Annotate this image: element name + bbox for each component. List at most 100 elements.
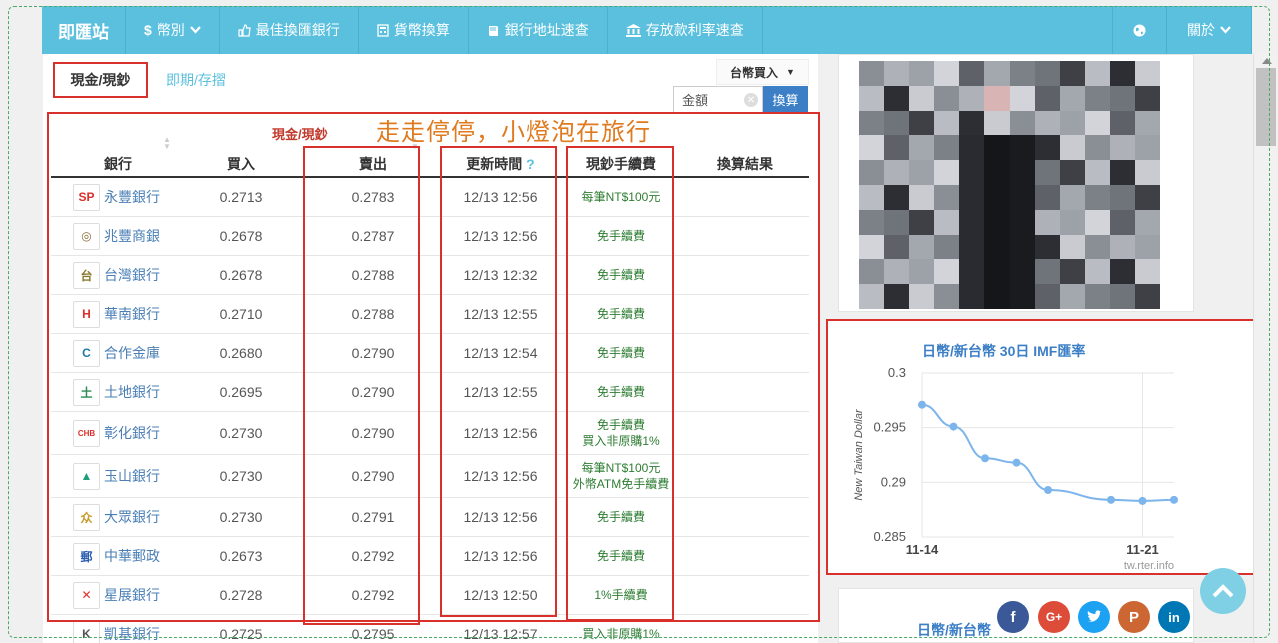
amount-input[interactable]: 金額 ✕ <box>673 86 763 113</box>
mosaic-tile <box>959 61 985 86</box>
nav-currency[interactable]: $ 幣別 <box>126 6 220 54</box>
sell-rate: 0.2792 <box>351 548 395 564</box>
bank-name-link[interactable]: 華南銀行 <box>104 304 160 324</box>
mosaic-tile <box>959 259 985 285</box>
data-point <box>918 400 926 409</box>
nav-best-bank[interactable]: 最佳換匯銀行 <box>220 6 359 54</box>
rate-type-select[interactable]: 台幣買入 ▼ <box>716 59 809 85</box>
mosaic-tile <box>1009 184 1035 210</box>
mosaic-tile <box>884 135 910 161</box>
table-row: K 凱基銀行 0.2725 0.2795 12/13 12:57 買入非原購1% <box>51 615 809 643</box>
mosaic-tile <box>934 234 960 260</box>
mosaic-tile <box>859 61 885 86</box>
facebook-share-button[interactable]: f <box>997 601 1029 633</box>
nav-converter[interactable]: 貨幣換算 <box>359 6 469 54</box>
fee-line: 買入非原購1% <box>582 434 660 448</box>
bank-logo-glyph: 土 <box>80 385 93 400</box>
bank-name-link[interactable]: 彰化銀行 <box>104 423 160 443</box>
bank-logo-icon: ◎ <box>73 222 100 250</box>
clear-icon[interactable]: ✕ <box>744 93 758 107</box>
mosaic-tile <box>959 209 985 235</box>
bank-name-link[interactable]: 永豐銀行 <box>104 187 160 207</box>
table-row: SP 永豐銀行 0.2713 0.2783 12/13 12:56 每筆NT$1… <box>51 178 809 217</box>
amount-placeholder: 金額 <box>682 93 709 108</box>
bank-name-link[interactable]: 土地銀行 <box>104 382 160 402</box>
scroll-thumb[interactable] <box>1256 68 1276 146</box>
mosaic-tile <box>1009 85 1035 111</box>
cash-fee: 每筆NT$100元 外幣ATM免手續費 <box>561 455 681 497</box>
nav-converter-label: 貨幣換算 <box>393 22 450 38</box>
mosaic-tile <box>859 110 885 136</box>
update-time: 12/13 12:50 <box>463 587 538 603</box>
nav-about[interactable]: 關於 <box>1167 6 1252 54</box>
mosaic-tile <box>1084 160 1110 185</box>
bank-name-link[interactable]: 玉山銀行 <box>104 466 160 486</box>
nav-bank-address[interactable]: 銀行地址速查 <box>469 6 608 54</box>
twitter-share-button[interactable] <box>1078 601 1110 633</box>
mosaic-tile <box>1084 85 1110 111</box>
mosaic-tile <box>1134 184 1160 210</box>
table-row: C 合作金庫 0.2680 0.2790 12/13 12:54 免手續費 <box>51 334 809 373</box>
x-tick-label: 11-14 <box>906 542 939 557</box>
bank-logo-icon: 土 <box>73 378 100 406</box>
rate-chart-panel: 日幣/新台幣 30日 IMF匯率 0.3 0.295 0.29 0.285 11-14 1… <box>826 319 1276 575</box>
bank-name-link[interactable]: 星展銀行 <box>104 585 160 605</box>
buy-rate: 0.2710 <box>219 306 263 322</box>
bank-logo-glyph: SP <box>78 190 95 204</box>
globe-icon <box>1133 24 1146 36</box>
mosaic-tile <box>984 85 1010 111</box>
table-row: H 華南銀行 0.2710 0.2788 12/13 12:55 免手續費 <box>51 295 809 334</box>
bank-name-link[interactable]: 合作金庫 <box>104 343 160 363</box>
page-scrollbar[interactable] <box>1253 54 1278 643</box>
bank-cell: 郵 中華郵政 <box>73 537 203 575</box>
bank-name-link[interactable]: 中華郵政 <box>104 546 160 566</box>
twitter-icon <box>1087 610 1102 622</box>
mosaic-tile <box>1059 85 1085 111</box>
mosaic-tile <box>1059 61 1085 86</box>
mosaic-tile <box>1084 61 1110 86</box>
overlay-caption: 走走停停，小燈泡在旅行 <box>376 119 651 146</box>
tab-spot[interactable]: 即期/存摺 <box>166 62 226 98</box>
mosaic-tile <box>1009 110 1035 136</box>
bank-logo-glyph: H <box>82 307 91 321</box>
mosaic-tile <box>934 259 960 285</box>
mosaic-tile <box>884 184 910 210</box>
brand-logo[interactable]: 即匯站 <box>42 6 126 54</box>
bank-logo-glyph: ✕ <box>81 588 92 602</box>
scroll-up-arrow[interactable] <box>1262 58 1272 64</box>
mosaic-tile <box>1109 284 1135 309</box>
plurk-share-button[interactable]: P <box>1118 601 1150 633</box>
mosaic-tile <box>859 209 885 235</box>
bank-name-link[interactable]: 兆豐商銀 <box>104 226 160 246</box>
help-icon[interactable]: ? <box>526 156 535 172</box>
mosaic-tile <box>1109 259 1135 285</box>
chevron-down-icon <box>189 26 201 34</box>
mosaic-tile <box>934 284 960 309</box>
second-chart-title: 日幣/新台幣 <box>917 622 991 638</box>
data-point <box>949 422 958 431</box>
bank-name-link[interactable]: 凱基銀行 <box>104 624 160 643</box>
bank-name-link[interactable]: 台灣銀行 <box>104 265 160 285</box>
cash-fee: 免手續費 買入非原購1% <box>561 412 681 454</box>
table-row: CHB 彰化銀行 0.2730 0.2790 12/13 12:56 免手續費買… <box>51 412 809 455</box>
mosaic-tile <box>1009 135 1035 161</box>
back-to-top-button[interactable] <box>1200 568 1246 614</box>
table-row: 郵 中華郵政 0.2673 0.2792 12/13 12:56 免手續費 <box>51 537 809 576</box>
cash-fee: 免手續費 <box>561 373 681 411</box>
google-plus-share-button[interactable]: G+ <box>1038 601 1070 633</box>
linkedin-share-button[interactable]: in <box>1158 601 1190 633</box>
bank-logo-icon: 台 <box>73 261 100 289</box>
bank-logo-icon: K <box>73 620 100 643</box>
nav-language[interactable] <box>1112 6 1167 54</box>
tab-cash[interactable]: 現金/現鈔 <box>53 62 148 98</box>
convert-button[interactable]: 換算 <box>763 86 808 113</box>
dollar-icon: $ <box>144 22 152 38</box>
data-point <box>1170 495 1178 504</box>
facebook-icon: f <box>1010 608 1016 626</box>
chart-credit: tw.rter.info <box>1124 560 1174 572</box>
mosaic-tile <box>1084 110 1110 136</box>
mosaic-tile <box>1059 135 1085 161</box>
nav-interest-rate[interactable]: 存放款利率速查 <box>608 6 763 54</box>
bank-name-link[interactable]: 大眾銀行 <box>104 507 160 527</box>
nav-currency-label: 幣別 <box>156 22 185 38</box>
